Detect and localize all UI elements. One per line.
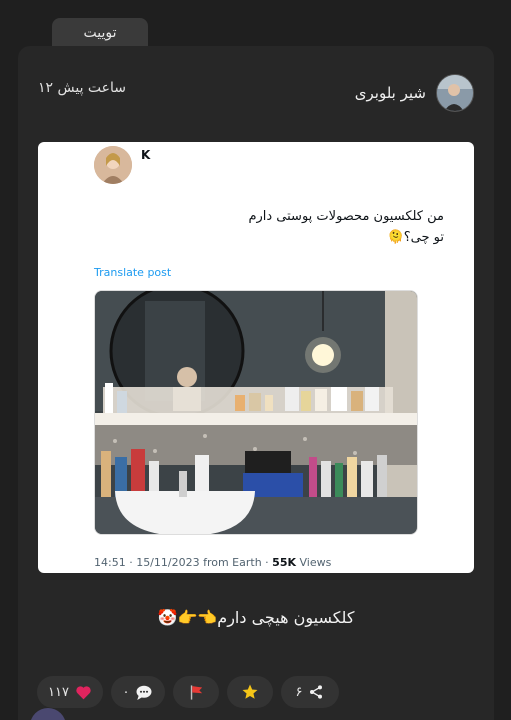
embed-avatar: [94, 146, 132, 184]
comment-button[interactable]: ۰: [111, 676, 165, 708]
embed-text-line-2: تو چی؟🫠: [387, 230, 444, 245]
share-button[interactable]: ۶: [281, 676, 339, 708]
comment-icon: [136, 685, 152, 700]
tab-label: توییت: [83, 24, 117, 41]
avatar[interactable]: [436, 74, 474, 112]
author-name[interactable]: شیر بلوبری: [355, 84, 426, 102]
post-author[interactable]: شیر بلوبری: [355, 74, 474, 112]
share-icon: [310, 685, 323, 699]
bathroom-photo: [94, 290, 418, 535]
action-bar: ۱۱۷ ۰ ۶: [37, 676, 339, 708]
embedded-tweet-image[interactable]: K من کلکسیون محصولات پوستی دارم تو چی؟🫠 …: [38, 142, 474, 573]
comment-count: ۰: [122, 684, 130, 700]
embed-tweet-text: من کلکسیون محصولات پوستی دارم تو چی؟🫠: [144, 206, 444, 248]
embed-timestamp: 14:51 · 15/11/2023 from Earth ·: [94, 556, 273, 569]
tab-tweet[interactable]: توییت: [52, 18, 148, 47]
favorite-button[interactable]: [227, 676, 273, 708]
flag-icon: [190, 684, 202, 700]
heart-icon: [76, 685, 91, 699]
embed-views-label: Views: [296, 556, 332, 569]
post-caption: کلکسیون هیچی دارم👈👉🤡: [157, 608, 355, 627]
like-button[interactable]: ۱۱۷: [37, 676, 103, 708]
post-timestamp: ۱۲ ساعت پیش: [38, 80, 127, 96]
translate-post-link: Translate post: [94, 266, 172, 279]
embed-author-name: K: [141, 148, 151, 162]
share-count: ۶: [295, 684, 303, 700]
star-icon: [242, 684, 258, 699]
post-card: شیر بلوبری ۱۲ ساعت پیش K من کلکسیون محصو…: [18, 46, 494, 720]
embed-text-line-1: من کلکسیون محصولات پوستی دارم: [248, 209, 444, 224]
like-count: ۱۱۷: [48, 684, 69, 700]
report-button[interactable]: [173, 676, 219, 708]
embed-meta: 14:51 · 15/11/2023 from Earth · 55K View…: [94, 556, 331, 569]
embed-views-count: 55K: [272, 556, 297, 569]
